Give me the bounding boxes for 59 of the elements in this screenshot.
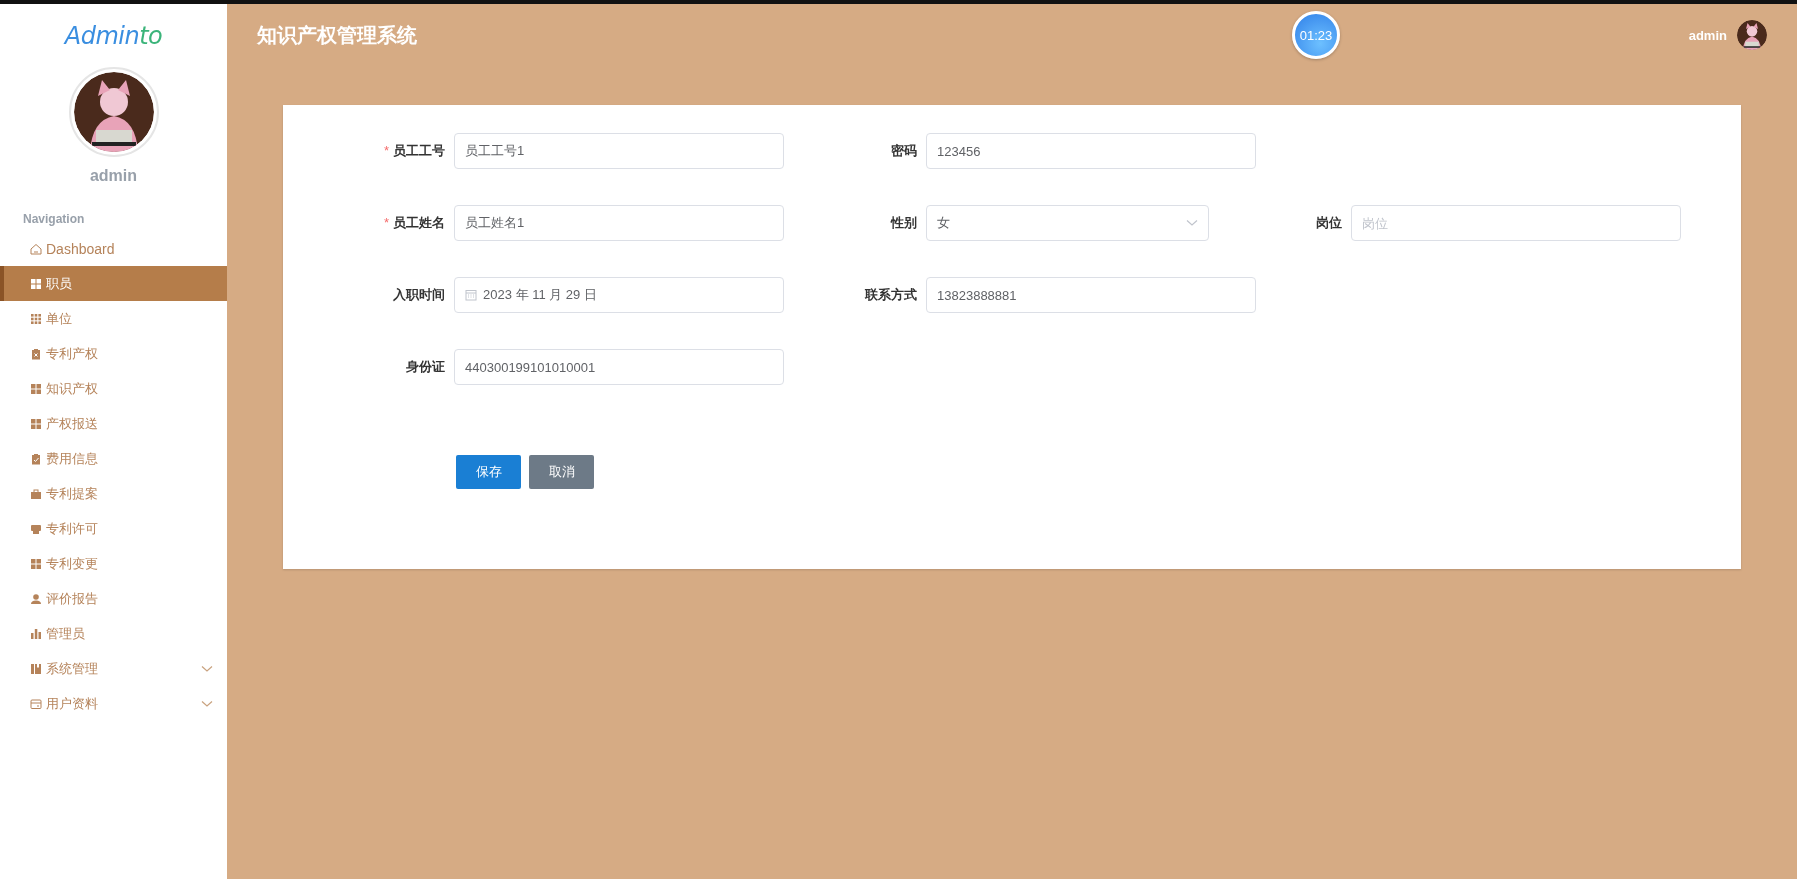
logo: Adminto <box>64 22 163 50</box>
nav-item[interactable]: Dashboard <box>0 231 227 266</box>
grid-icon <box>30 417 42 430</box>
field-label: 性别 <box>891 215 917 230</box>
grid-icon <box>30 277 42 290</box>
grid-icon <box>30 557 42 570</box>
nav-item[interactable]: 单位 <box>0 301 227 336</box>
input-field[interactable]: 123456 <box>926 133 1256 169</box>
nav-item[interactable]: 用户资料 <box>0 686 227 721</box>
field-label: 密码 <box>891 143 917 158</box>
page-title: 知识产权管理系统 <box>257 22 417 48</box>
field-label: 入职时间 <box>393 287 445 302</box>
nav-item[interactable]: 知识产权 <box>0 371 227 406</box>
nav-item[interactable]: 专利产权 <box>0 336 227 371</box>
nav-item[interactable]: 专利变更 <box>0 546 227 581</box>
field-label: 员工姓名 <box>393 215 445 230</box>
field-label: 身份证 <box>406 359 445 374</box>
required-mark: * <box>383 215 389 230</box>
field-label: 联系方式 <box>865 287 917 302</box>
input-field[interactable]: 员工姓名1 <box>454 205 784 241</box>
bar-chart-icon <box>30 627 42 640</box>
nav-heading: Navigation <box>23 212 86 226</box>
briefcase-icon <box>30 487 42 500</box>
clipboard-icon <box>30 347 42 360</box>
nav-item[interactable]: 评价报告 <box>0 581 227 616</box>
timer-badge: 01:23 <box>1292 11 1340 59</box>
clipboard-icon <box>30 452 42 465</box>
nav-item[interactable]: 系统管理 <box>0 651 227 686</box>
field-label: 岗位 <box>1316 215 1342 230</box>
required-mark: * <box>383 143 389 158</box>
chevron-icon <box>201 699 213 708</box>
user-name: admin <box>89 167 138 185</box>
grid-icon <box>30 312 42 325</box>
user-icon <box>30 592 42 605</box>
input-field[interactable]: 440300199101010001 <box>454 349 784 385</box>
calendar-icon <box>465 289 477 301</box>
nav-item[interactable]: 专利提案 <box>0 476 227 511</box>
nav-item[interactable]: 职员 <box>0 266 227 301</box>
user-name: admin <box>1688 27 1727 43</box>
cancel-button[interactable]: 取消 <box>529 455 594 489</box>
nav-item[interactable]: 产权报送 <box>0 406 227 441</box>
printer-icon <box>30 522 42 535</box>
field-label: 员工工号 <box>393 143 445 158</box>
book-icon <box>30 662 42 675</box>
nav-item[interactable]: 专利许可 <box>0 511 227 546</box>
input-field[interactable]: 岗位 <box>1351 205 1681 241</box>
input-field[interactable]: 员工工号1 <box>454 133 784 169</box>
home-icon <box>30 242 42 255</box>
window-icon <box>30 697 42 710</box>
input-field[interactable]: 13823888881 <box>926 277 1256 313</box>
avatar <box>1737 20 1767 50</box>
nav-item[interactable]: 费用信息 <box>0 441 227 476</box>
save-button[interactable]: 保存 <box>456 455 521 489</box>
chevron-icon <box>1186 219 1198 227</box>
select-field[interactable]: 女 <box>926 205 1209 241</box>
grid-icon <box>30 382 42 395</box>
date-field[interactable]: 2023 年 11 月 29 日 <box>454 277 784 313</box>
nav-item[interactable]: 管理员 <box>0 616 227 651</box>
chevron-icon <box>201 664 213 673</box>
